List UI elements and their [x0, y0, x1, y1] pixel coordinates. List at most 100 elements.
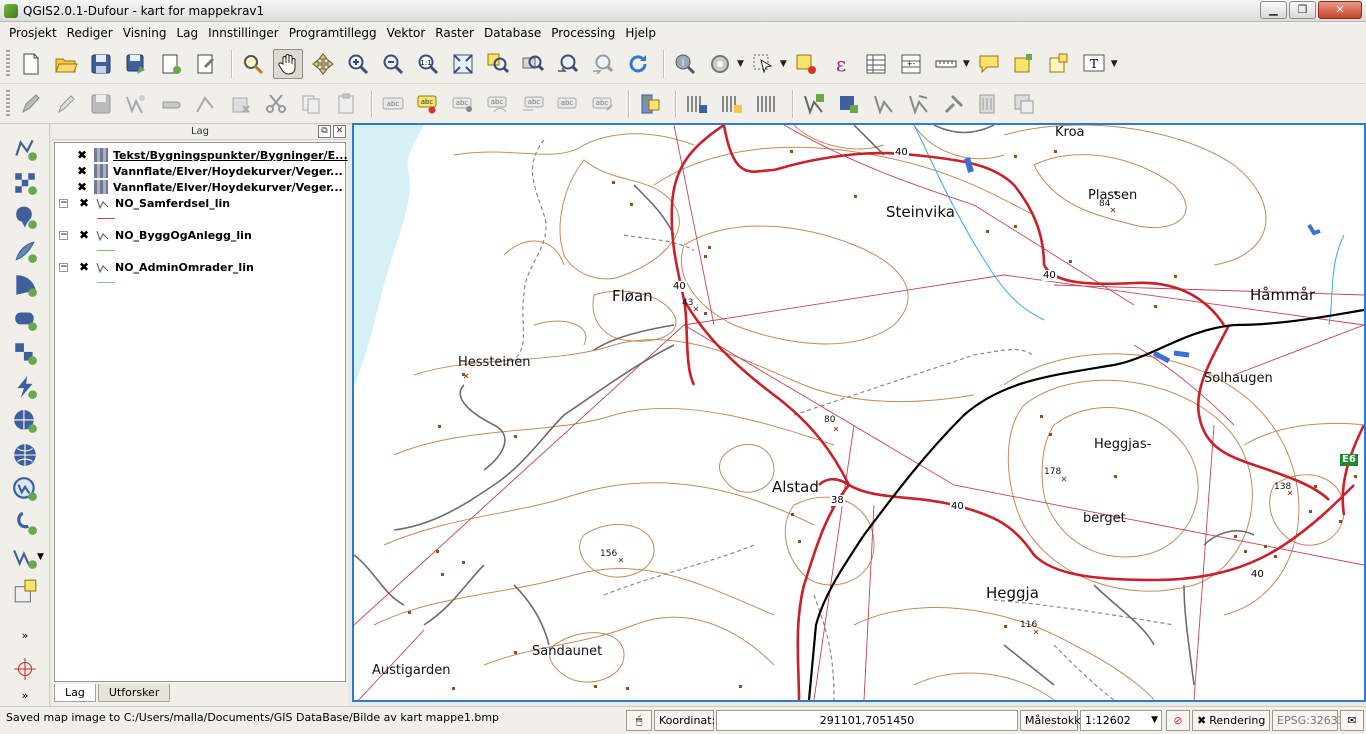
split-features-icon[interactable]: [974, 89, 1004, 119]
toggle-editing-icon[interactable]: [51, 89, 81, 119]
annotation-icon[interactable]: [974, 49, 1004, 79]
menu-database[interactable]: Database: [479, 22, 546, 44]
toolbar-grip-2[interactable]: [6, 89, 10, 118]
coordinate-field[interactable]: 291101,7051450: [716, 710, 1018, 731]
layer-checkbox[interactable]: ✖: [79, 229, 91, 241]
label-icon[interactable]: abc: [378, 89, 408, 119]
collapse-icon[interactable]: −: [59, 262, 68, 272]
close-button[interactable]: ✕: [1318, 1, 1362, 19]
collapse-icon[interactable]: −: [59, 198, 68, 208]
add-delimited-text-icon[interactable]: [10, 440, 40, 470]
measure-dropdown-icon[interactable]: ▼: [963, 59, 970, 69]
menu-processing[interactable]: Processing: [546, 22, 620, 44]
restore-button[interactable]: ❐: [1289, 1, 1316, 19]
show-bookmarks-icon[interactable]: [1044, 49, 1074, 79]
pan-hand-icon[interactable]: [273, 48, 303, 79]
node-tool-icon[interactable]: [191, 89, 221, 119]
more-icon[interactable]: »: [10, 620, 40, 650]
reshape-icon[interactable]: [904, 89, 934, 119]
zoom-next-icon[interactable]: [588, 49, 618, 79]
zoom-out-icon[interactable]: [378, 49, 408, 79]
float-panel-button[interactable]: ⧉: [318, 125, 331, 138]
text-annotation-icon[interactable]: T: [1079, 49, 1109, 79]
georeferencer-icon[interactable]: [10, 576, 40, 606]
new-bookmark-icon[interactable]: [1009, 49, 1039, 79]
menu-vektor[interactable]: Vektor: [382, 22, 431, 44]
save-edits-icon[interactable]: [86, 89, 116, 119]
zoom-last-icon[interactable]: [553, 49, 583, 79]
add-part-icon[interactable]: [752, 89, 782, 119]
add-mssql-layer-icon[interactable]: [10, 270, 40, 300]
tab-utforsker[interactable]: Utforsker: [97, 684, 171, 702]
toolbar-grip[interactable]: [6, 49, 10, 78]
action-icon[interactable]: [705, 49, 735, 79]
change-label-icon[interactable]: abc: [553, 89, 583, 119]
zoom-full-icon[interactable]: [448, 49, 478, 79]
add-wms-layer-icon[interactable]: [10, 338, 40, 368]
scale-combobox[interactable]: 1:12602 ▼: [1080, 710, 1162, 731]
menu-visning[interactable]: Visning: [118, 22, 172, 44]
new-shapefile-icon[interactable]: [10, 474, 40, 504]
simplify-icon[interactable]: [799, 89, 829, 119]
cut-features-icon[interactable]: [261, 89, 291, 119]
select-icon[interactable]: [748, 49, 778, 79]
label-props-icon[interactable]: abc: [588, 89, 618, 119]
new-print-composer-icon[interactable]: [156, 49, 186, 79]
stop-render-icon[interactable]: ⊘: [1166, 710, 1190, 731]
measure-icon[interactable]: [931, 49, 961, 79]
refresh-icon[interactable]: [623, 49, 653, 79]
zoom-layer-icon[interactable]: [518, 49, 548, 79]
layer-checkbox[interactable]: ✖: [79, 197, 91, 209]
add-raster-layer-icon[interactable]: [10, 168, 40, 198]
layer-item[interactable]: ✖ Tekst/Bygningspunkter/Bygninger/E...: [77, 147, 348, 163]
layer-checkbox[interactable]: ✖: [77, 181, 89, 193]
menu-rediger[interactable]: Rediger: [62, 22, 118, 44]
select-dropdown-icon[interactable]: ▼: [780, 59, 787, 69]
layer-checkbox[interactable]: ✖: [77, 165, 89, 177]
save-as-icon[interactable]: [121, 49, 151, 79]
layer-item[interactable]: − ✖ NO_AdminOmrader_lin: [59, 259, 254, 275]
layer-item[interactable]: ✖ Vannflate/Elver/Hoydekurver/Veger...: [77, 163, 343, 179]
pin-labels-icon[interactable]: abc: [413, 89, 443, 119]
messages-icon[interactable]: ✉: [1340, 710, 1364, 731]
layer-item[interactable]: − ✖ NO_ByggOgAnlegg_lin: [59, 227, 252, 243]
field-calc-icon[interactable]: +-: [896, 49, 926, 79]
text-dropdown-icon[interactable]: ▼: [1111, 59, 1118, 69]
close-panel-button[interactable]: ✕: [333, 125, 346, 138]
menu-programtillegg[interactable]: Programtillegg: [284, 22, 382, 44]
map-canvas[interactable]: Steinvika Kroa Plassen Håmmår Fløan Hess…: [352, 123, 1366, 702]
composer-manager-icon[interactable]: [191, 49, 221, 79]
deselect-icon[interactable]: [791, 49, 821, 79]
raster-tool-icon[interactable]: [682, 89, 712, 119]
tab-lag[interactable]: Lag: [54, 684, 96, 702]
zoom-native-icon[interactable]: 1:1: [413, 49, 443, 79]
add-postgis-layer-icon[interactable]: [10, 202, 40, 232]
action-dropdown-icon[interactable]: ▼: [737, 59, 744, 69]
menu-lag[interactable]: Lag: [171, 22, 203, 44]
collapse-icon[interactable]: −: [59, 230, 68, 240]
copy-features-icon[interactable]: [296, 89, 326, 119]
delete-part-icon[interactable]: [869, 89, 899, 119]
menu-prosjekt[interactable]: Prosjekt: [4, 22, 62, 44]
add-wfs-layer-icon[interactable]: [10, 406, 40, 436]
delete-selected-icon[interactable]: [226, 89, 256, 119]
new-spatialite-icon[interactable]: [10, 508, 40, 538]
save-project-icon[interactable]: [86, 49, 116, 79]
add-ring-icon[interactable]: [717, 89, 747, 119]
layer-checkbox[interactable]: ✖: [77, 149, 89, 161]
rotate-label-icon[interactable]: abc: [518, 89, 548, 119]
layer-tree[interactable]: ✖ Tekst/Bygningspunkter/Bygninger/E... ✖…: [54, 142, 348, 682]
new-project-icon[interactable]: [16, 49, 46, 79]
zoom-selection-icon[interactable]: [483, 49, 513, 79]
layer-checkbox[interactable]: ✖: [79, 261, 91, 273]
layer-item[interactable]: − ✖ NO_Samferdsel_lin: [59, 195, 230, 211]
show-hide-labels-icon[interactable]: abc: [448, 89, 478, 119]
minimize-button[interactable]: ▁: [1260, 1, 1287, 19]
expression-icon[interactable]: ε: [826, 49, 856, 79]
add-spatialite-layer-icon[interactable]: [10, 236, 40, 266]
render-toggle[interactable]: ✖ Rendering: [1192, 710, 1270, 731]
layer-item[interactable]: ✖ Vannflate/Elver/Hoydekurver/Veger...: [77, 179, 343, 195]
menu-raster[interactable]: Raster: [430, 22, 479, 44]
paste-features-icon[interactable]: [331, 89, 361, 119]
current-edits-icon[interactable]: [16, 89, 46, 119]
